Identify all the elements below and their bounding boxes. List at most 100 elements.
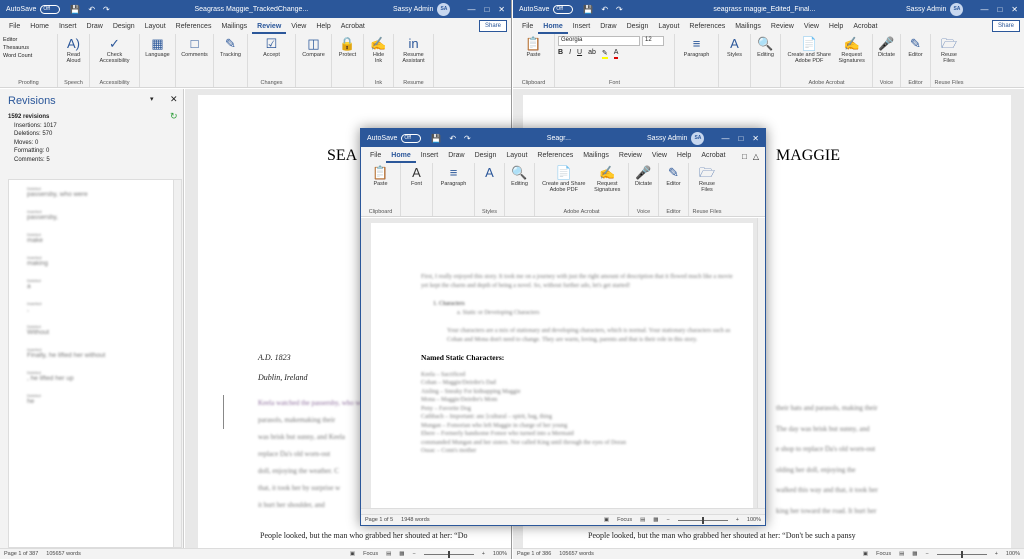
tab-home[interactable]: Home	[538, 20, 568, 34]
tab-home[interactable]: Home	[386, 149, 416, 163]
tab-insert[interactable]: Insert	[54, 20, 82, 34]
close-icon[interactable]: ✕	[1011, 5, 1018, 14]
read-mode-icon[interactable]: ▤	[899, 551, 904, 557]
reuse-files-button[interactable]: 🗁 Reuse Files	[934, 36, 964, 64]
tab-mailings[interactable]: Mailings	[730, 20, 766, 34]
save-icon[interactable]: 💾	[431, 134, 441, 143]
restore-icon[interactable]: □	[484, 5, 489, 14]
tab-help[interactable]: Help	[824, 20, 848, 34]
styles-button[interactable]: A Styles	[725, 36, 744, 58]
tab-acrobat[interactable]: Acrobat	[848, 20, 882, 34]
editor-button[interactable]: Editor	[3, 37, 32, 43]
redo-icon[interactable]: ↷	[103, 5, 110, 14]
close-icon[interactable]: ✕	[752, 134, 759, 143]
tab-mailings[interactable]: Mailings	[216, 20, 252, 34]
tab-layout[interactable]: Layout	[653, 20, 684, 34]
editor-button[interactable]: ✎ Editor	[664, 165, 682, 187]
paragraph-button[interactable]: ≡ Paragraph	[682, 36, 712, 58]
dictate-button[interactable]: 🎤 Dictate	[876, 36, 897, 58]
zoom-in-icon[interactable]: +	[995, 551, 998, 557]
list-item[interactable]: Deleted, he lifted her up	[27, 370, 181, 393]
tab-design[interactable]: Design	[108, 20, 140, 34]
font-button[interactable]: A Font	[409, 165, 424, 187]
language-button[interactable]: ▦ Language	[143, 36, 171, 58]
reuse-files-button[interactable]: 🗁 Reuse Files	[692, 165, 722, 193]
focus-icon[interactable]: ▣	[350, 551, 355, 557]
autosave-toggle[interactable]: Off	[401, 133, 422, 143]
list-item[interactable]: Inserted,	[27, 301, 181, 324]
list-item[interactable]: Deleted a	[27, 278, 181, 301]
tab-review[interactable]: Review	[252, 20, 287, 34]
list-item[interactable]: Inserted passersby,	[27, 209, 181, 232]
check-accessibility-button[interactable]: ✓ Check Accessibility	[93, 36, 136, 64]
pane-close-icon[interactable]: ✕	[170, 94, 178, 105]
undo-icon[interactable]: ↶	[601, 5, 608, 14]
paste-button[interactable]: 📋 Paste	[523, 36, 543, 58]
list-item[interactable]: Inserted making	[27, 255, 181, 278]
word-count-button[interactable]: Word Count	[3, 53, 32, 59]
zoom-in-icon[interactable]: +	[482, 551, 485, 557]
focus-icon[interactable]: ▣	[863, 551, 868, 557]
undo-icon[interactable]: ↶	[88, 5, 95, 14]
tab-view[interactable]: View	[286, 20, 311, 34]
share-button[interactable]: Share	[991, 20, 1020, 32]
undo-icon[interactable]: ↶	[449, 134, 456, 143]
save-icon[interactable]: 💾	[70, 5, 80, 14]
create-share-pdf-button[interactable]: 📄 Create and Share Adobe PDF	[538, 165, 590, 193]
front-vertical-scrollbar[interactable]	[757, 218, 765, 508]
editor-button[interactable]: ✎ Editor	[906, 36, 924, 58]
word-count[interactable]: 105657 words	[46, 551, 81, 557]
protect-button[interactable]: 🔒 Protect	[337, 36, 358, 58]
editing-button[interactable]: 🔍 Editing	[755, 36, 776, 58]
zoom-level[interactable]: 100%	[747, 517, 761, 523]
tab-draw[interactable]: Draw	[443, 149, 469, 163]
close-icon[interactable]: ✕	[498, 5, 505, 14]
read-aloud-button[interactable]: A) Read Aloud	[61, 36, 86, 64]
print-layout-icon[interactable]: ▩	[653, 517, 658, 523]
tab-file[interactable]: File	[517, 20, 538, 34]
comments-pane-icon[interactable]: □	[742, 152, 747, 161]
tab-view[interactable]: View	[799, 20, 824, 34]
page-indicator[interactable]: Page 1 of 5	[365, 517, 393, 523]
tab-mailings[interactable]: Mailings	[578, 149, 614, 163]
paragraph-button[interactable]: ≡ Paragraph	[439, 165, 469, 187]
styles-button[interactable]: A	[483, 165, 496, 181]
zoom-in-icon[interactable]: +	[736, 517, 739, 523]
tab-insert[interactable]: Insert	[416, 149, 444, 163]
save-icon[interactable]: 💾	[583, 5, 593, 14]
font-size-select[interactable]: 12	[642, 36, 664, 46]
tracking-button[interactable]: ✎ Tracking	[218, 36, 243, 58]
tab-review[interactable]: Review	[614, 149, 647, 163]
tab-references[interactable]: References	[684, 20, 730, 34]
bold-icon[interactable]: B	[558, 49, 563, 59]
tab-acrobat[interactable]: Acrobat	[336, 20, 370, 34]
tab-home[interactable]: Home	[25, 20, 54, 34]
zoom-out-icon[interactable]: −	[666, 517, 669, 523]
print-layout-icon[interactable]: ▩	[399, 551, 404, 557]
revision-count[interactable]: 1592 revisions	[8, 113, 57, 122]
strikethrough-icon[interactable]: ab	[588, 49, 596, 59]
refresh-icon[interactable]: ↻	[170, 111, 178, 122]
focus-button[interactable]: Focus	[363, 551, 378, 557]
tab-file[interactable]: File	[4, 20, 25, 34]
minimize-icon[interactable]: —	[721, 134, 729, 143]
read-mode-icon[interactable]: ▤	[386, 551, 391, 557]
minimize-icon[interactable]: —	[467, 5, 475, 14]
zoom-out-icon[interactable]: −	[412, 551, 415, 557]
word-count[interactable]: 105657 words	[559, 551, 594, 557]
tab-design[interactable]: Design	[622, 20, 654, 34]
request-signatures-button[interactable]: ✍ Request Signatures	[590, 165, 625, 193]
request-signatures-button[interactable]: ✍ Request Signatures	[834, 36, 869, 64]
dictate-button[interactable]: 🎤 Dictate	[633, 165, 654, 187]
minimize-icon[interactable]: —	[980, 5, 988, 14]
tab-draw[interactable]: Draw	[81, 20, 107, 34]
tab-help[interactable]: Help	[311, 20, 335, 34]
list-item[interactable]: Deleted Without	[27, 324, 181, 347]
redo-icon[interactable]: ↷	[616, 5, 623, 14]
read-mode-icon[interactable]: ▤	[640, 517, 645, 523]
font-name-select[interactable]: Georgia	[558, 36, 640, 46]
accept-button[interactable]: ☑ Accept	[261, 36, 282, 58]
resume-assistant-button[interactable]: in Resume Assistant	[397, 36, 430, 64]
share-button[interactable]: Share	[478, 20, 507, 32]
create-share-pdf-button[interactable]: 📄 Create and Share Adobe PDF	[784, 36, 834, 64]
